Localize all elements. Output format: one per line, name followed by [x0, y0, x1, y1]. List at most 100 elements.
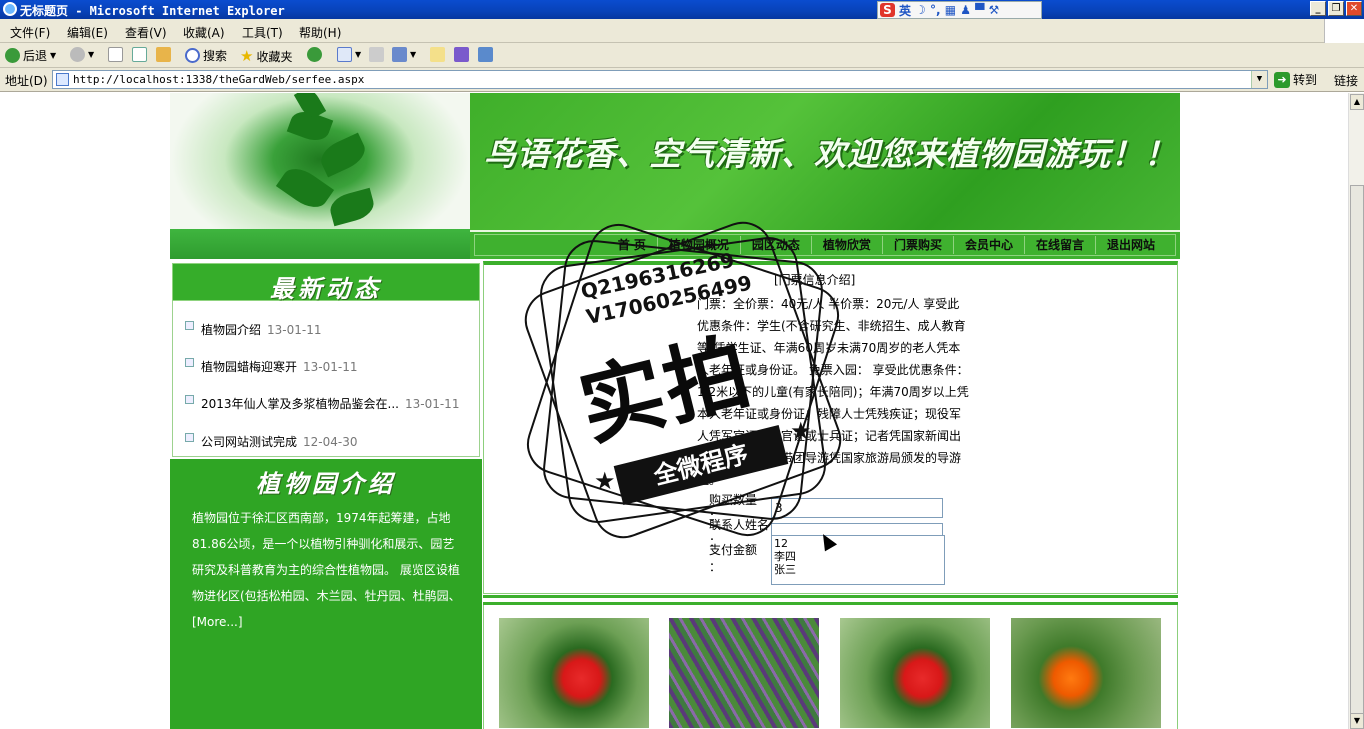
mail-icon	[337, 47, 352, 62]
plant-photo-purple-leaves[interactable]	[669, 618, 819, 728]
forward-button[interactable]: ▼	[70, 47, 94, 62]
edit-icon	[392, 47, 407, 62]
vertical-scrollbar[interactable]: ▲ ▼	[1348, 93, 1364, 729]
intro-header: 植物园介绍	[170, 459, 482, 499]
go-button[interactable]: ➜ 转到	[1274, 71, 1317, 88]
divider	[483, 595, 1178, 605]
nav-overview[interactable]: 植物园概况	[658, 236, 741, 254]
close-button[interactable]: ✕	[1346, 1, 1362, 16]
plant-gallery	[483, 605, 1178, 729]
address-bar: 地址(D) http://localhost:1338/theGardWeb/s…	[0, 68, 1364, 92]
menu-bar: 文件(F) 编辑(E) 查看(V) 收藏(A) 工具(T) 帮助(H)	[0, 19, 1364, 43]
banner-slogan: 鸟语花香、空气清新、欢迎您来植物园游玩！！	[484, 135, 1178, 173]
qty-input[interactable]	[771, 498, 943, 518]
address-label: 地址(D)	[5, 74, 48, 88]
nav-home[interactable]: 首 页	[607, 236, 658, 254]
title-bar: 无标题页 - Microsoft Internet Explorer S 英 ☽…	[0, 0, 1364, 19]
news-item[interactable]: 植物园蜡梅迎寒开 13-01-11	[185, 358, 357, 375]
nav-news[interactable]: 园区动态	[741, 236, 812, 254]
plant-photo-red-flower[interactable]	[499, 618, 649, 728]
page-icon	[56, 73, 69, 86]
go-arrow-icon: ➜	[1274, 71, 1290, 88]
bullet-icon	[185, 433, 194, 442]
nav-plants[interactable]: 植物欣赏	[812, 236, 883, 254]
nav-message[interactable]: 在线留言	[1025, 236, 1096, 254]
menu-edit[interactable]: 编辑(E)	[67, 24, 108, 41]
window-title: 无标题页 - Microsoft Internet Explorer	[20, 4, 285, 18]
pay-label: 支付金额 ：	[709, 543, 758, 574]
back-arrow-icon	[5, 48, 20, 63]
forward-arrow-icon	[70, 47, 85, 62]
messenger-button[interactable]	[454, 47, 469, 62]
intro-panel: 植物园介绍 植物园位于徐汇区西南部，1974年起筹建，占地81.86公顷，是一个…	[170, 459, 482, 729]
plant-photo-red-flower[interactable]	[840, 618, 990, 728]
stop-button[interactable]	[108, 47, 123, 62]
search-icon	[185, 48, 200, 63]
ticket-title: [门票信息介绍]	[774, 273, 856, 287]
main-nav: 首 页 植物园概况 园区动态 植物欣赏 门票购买 会员中心 在线留言 退出网站	[470, 230, 1180, 259]
pay-amount-textarea[interactable]: 12 李四 张三	[771, 535, 945, 585]
discuss-button[interactable]	[430, 47, 445, 62]
print-button[interactable]	[369, 47, 384, 62]
home-button[interactable]	[156, 47, 171, 62]
news-title: 最新动态	[270, 274, 382, 303]
star-icon: ★	[240, 47, 254, 65]
intro-title: 植物园介绍	[256, 469, 396, 498]
nav-tickets[interactable]: 门票购买	[883, 236, 954, 254]
edit-button[interactable]: ▼	[392, 47, 416, 62]
print-icon	[369, 47, 384, 62]
back-button[interactable]: 后退 ▼	[5, 47, 56, 64]
history-button[interactable]	[307, 47, 322, 62]
news-item[interactable]: 公司网站测试完成 12-04-30	[185, 433, 357, 450]
menu-favorites[interactable]: 收藏(A)	[183, 24, 225, 41]
address-dropdown-button[interactable]: ▼	[1251, 71, 1267, 88]
menu-view[interactable]: 查看(V)	[125, 24, 167, 41]
banner-plant-image	[170, 93, 470, 259]
favorites-button[interactable]: ★ 收藏夹	[240, 47, 292, 65]
address-url: http://localhost:1338/theGardWeb/serfee.…	[73, 73, 365, 86]
news-item[interactable]: 植物园介绍 13-01-11	[185, 321, 321, 338]
news-item[interactable]: 2013年仙人掌及多浆植物品鉴会在... 13-01-11	[185, 395, 459, 412]
banner-grass: 鸟语花香、空气清新、欢迎您来植物园游玩！！	[470, 93, 1180, 230]
intro-text: 植物园位于徐汇区西南部，1974年起筹建，占地81.86公顷，是一个以植物引种驯…	[192, 511, 461, 629]
bullet-icon	[185, 395, 194, 404]
ticket-info: 门票：全价票：40元/人 半价票：20元/人 享受此优惠条件：学生(不含研究生、…	[697, 297, 969, 487]
scroll-thumb[interactable]	[1350, 185, 1364, 729]
scroll-up-button[interactable]: ▲	[1350, 94, 1364, 110]
nav-members[interactable]: 会员中心	[954, 236, 1025, 254]
menu-tools[interactable]: 工具(T)	[242, 24, 283, 41]
address-input[interactable]: http://localhost:1338/theGardWeb/serfee.…	[52, 70, 1268, 89]
ie-window: 无标题页 - Microsoft Internet Explorer S 英 ☽…	[0, 0, 1364, 729]
refresh-button[interactable]	[132, 47, 147, 62]
history-icon	[307, 47, 322, 62]
ie-logo-icon	[3, 2, 17, 16]
ime-toolbar[interactable]: S 英 ☽ °, ▦ ♟ ▀ ⚒	[877, 1, 1042, 19]
mail-button[interactable]: ▼	[337, 47, 361, 62]
bullet-icon	[185, 358, 194, 367]
search-button[interactable]: 搜索	[185, 47, 227, 64]
refresh-icon	[132, 47, 147, 62]
plant-photo-orange-flower[interactable]	[1011, 618, 1161, 728]
page-viewport: 鸟语花香、空气清新、欢迎您来植物园游玩！！ 首 页 植物园概况 园区动态 植物欣…	[0, 93, 1348, 729]
links-button[interactable]: 链接	[1334, 72, 1358, 89]
windows-logo-icon	[1324, 19, 1364, 43]
scroll-down-button[interactable]: ▼	[1350, 713, 1364, 729]
menu-file[interactable]: 文件(F)	[10, 24, 50, 41]
sidebar: 最新动态 植物园介绍 13-01-11 植物园蜡梅迎寒开 13-01-11 20…	[170, 259, 482, 729]
research-icon	[478, 47, 493, 62]
restore-button[interactable]: ❐	[1328, 1, 1344, 16]
home-icon	[156, 47, 171, 62]
research-button[interactable]	[478, 47, 493, 62]
menu-help[interactable]: 帮助(H)	[299, 24, 341, 41]
news-list: 植物园介绍 13-01-11 植物园蜡梅迎寒开 13-01-11 2013年仙人…	[172, 301, 480, 457]
toolbar: 后退 ▼ ▼ 搜索 ★ 收藏夹 ▼ ▼	[0, 43, 1364, 68]
nav-exit[interactable]: 退出网站	[1096, 236, 1175, 254]
site-container: 鸟语花香、空气清新、欢迎您来植物园游玩！！ 首 页 植物园概况 园区动态 植物欣…	[170, 93, 1180, 729]
note-icon	[430, 47, 445, 62]
ime-lang[interactable]: 英	[899, 2, 911, 19]
ime-tools-icon[interactable]: ☽ °, ▦ ♟ ▀ ⚒	[915, 3, 999, 17]
stop-icon	[108, 47, 123, 62]
messenger-icon	[454, 47, 469, 62]
minimize-button[interactable]: _	[1310, 1, 1326, 16]
sogou-icon[interactable]: S	[880, 3, 895, 17]
